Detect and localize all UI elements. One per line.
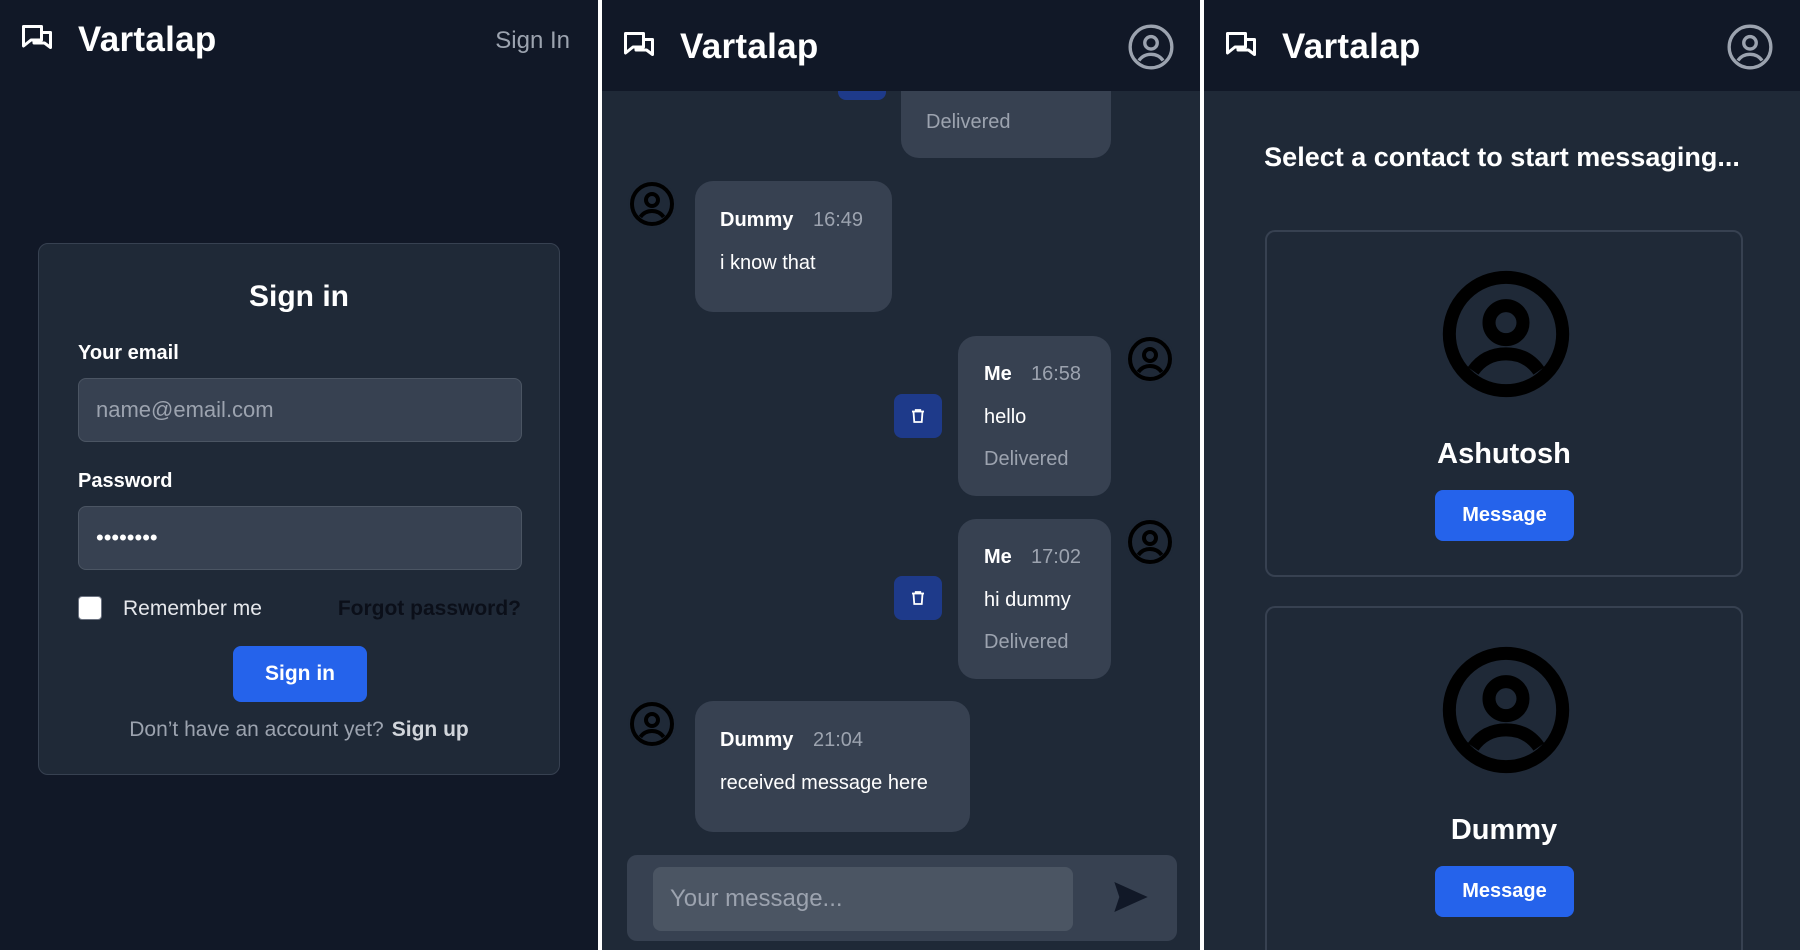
trash-icon: [912, 591, 924, 605]
brand[interactable]: Vartalap: [1220, 27, 1421, 67]
chat-bubbles-icon: [1226, 32, 1256, 56]
email-label: Your email: [78, 342, 179, 364]
message-list[interactable]: Delivered Dummy 16:49 i know that Me 16:…: [602, 0, 1200, 950]
nav-signin-link[interactable]: Sign In: [495, 27, 570, 55]
message-status: Delivered: [984, 448, 1069, 470]
signin-screen: Vartalap Sign In Sign in Your email Pass…: [0, 0, 598, 950]
chat-bubbles-icon: [624, 32, 654, 56]
signin-button[interactable]: Sign in: [233, 646, 367, 702]
message-time: 16:49: [813, 209, 864, 231]
contact-name: Dummy: [1450, 814, 1558, 846]
message-text: i know that: [720, 252, 816, 274]
avatar: [1126, 518, 1174, 566]
message-text: hello: [984, 406, 1027, 428]
message-bubble: Me 16:58 hello Delivered: [958, 336, 1111, 496]
user-circle-icon: [630, 702, 674, 746]
message-text: received message here: [720, 772, 928, 794]
delete-message-button[interactable]: [894, 576, 942, 620]
message-composer: [627, 855, 1177, 941]
remember-checkbox[interactable]: [78, 596, 102, 620]
signin-card: Sign in Your email Password Remember me …: [38, 243, 560, 775]
avatar: [628, 180, 676, 228]
user-circle-icon: [630, 182, 674, 226]
signup-prompt-text: Don’t have an account yet?: [129, 718, 384, 741]
delete-message-button[interactable]: [894, 394, 942, 438]
signup-link[interactable]: Sign up: [392, 718, 469, 741]
contact-card: Dummy Message: [1265, 606, 1743, 950]
brand[interactable]: Vartalap: [618, 27, 819, 67]
avatar: [628, 700, 676, 748]
brand[interactable]: Vartalap: [16, 20, 217, 60]
message-text: hi dummy: [984, 589, 1071, 611]
message-status: Delivered: [984, 631, 1069, 653]
message-button[interactable]: Message: [1435, 866, 1574, 917]
contact-card: Ashutosh Message: [1265, 230, 1743, 577]
message-bubble: Dummy 16:49 i know that: [695, 181, 892, 312]
password-label: Password: [78, 470, 173, 492]
user-circle-icon: [1128, 337, 1172, 381]
message-sender: Dummy: [720, 209, 794, 231]
forgot-password-link[interactable]: Forgot password?: [338, 597, 521, 621]
chat-bubbles-icon: [22, 25, 52, 49]
user-circle-icon[interactable]: [1725, 22, 1775, 72]
message-sender: Me: [984, 546, 1012, 568]
brand-name: Vartalap: [1282, 27, 1421, 66]
app-header: Vartalap: [602, 0, 1200, 91]
message-input[interactable]: [653, 867, 1073, 931]
message-time: 17:02: [1031, 546, 1082, 568]
password-field[interactable]: [78, 506, 522, 570]
trash-icon: [912, 409, 924, 423]
contacts-heading: Select a contact to start messaging...: [1264, 142, 1740, 172]
contact-name: Ashutosh: [1437, 438, 1571, 470]
message-bubble: Dummy 21:04 received message here: [695, 701, 970, 832]
email-field[interactable]: [78, 378, 522, 442]
user-circle-icon[interactable]: [1126, 22, 1176, 72]
brand-name: Vartalap: [680, 27, 819, 66]
send-icon[interactable]: [1111, 877, 1151, 917]
signup-prompt: Don’t have an account yet? Sign up: [39, 718, 559, 742]
message-sender: Me: [984, 363, 1012, 385]
user-circle-icon: [1442, 646, 1570, 774]
message-time: 21:04: [813, 729, 864, 751]
remember-label: Remember me: [123, 597, 262, 620]
message-button[interactable]: Message: [1435, 490, 1574, 541]
message-status: Delivered: [926, 111, 1011, 133]
user-circle-icon: [1442, 270, 1570, 398]
brand-name: Vartalap: [78, 20, 217, 59]
app-header: Vartalap: [1204, 0, 1800, 91]
contacts-screen: Vartalap Select a contact to start messa…: [1204, 0, 1800, 950]
message-bubble: Me 17:02 hi dummy Delivered: [958, 519, 1111, 679]
message-time: 16:58: [1031, 363, 1082, 385]
user-circle-icon: [1128, 520, 1172, 564]
chat-screen: Delivered Dummy 16:49 i know that Me 16:…: [602, 0, 1200, 950]
message-sender: Dummy: [720, 729, 794, 751]
avatar: [1126, 335, 1174, 383]
signin-title: Sign in: [249, 280, 349, 313]
